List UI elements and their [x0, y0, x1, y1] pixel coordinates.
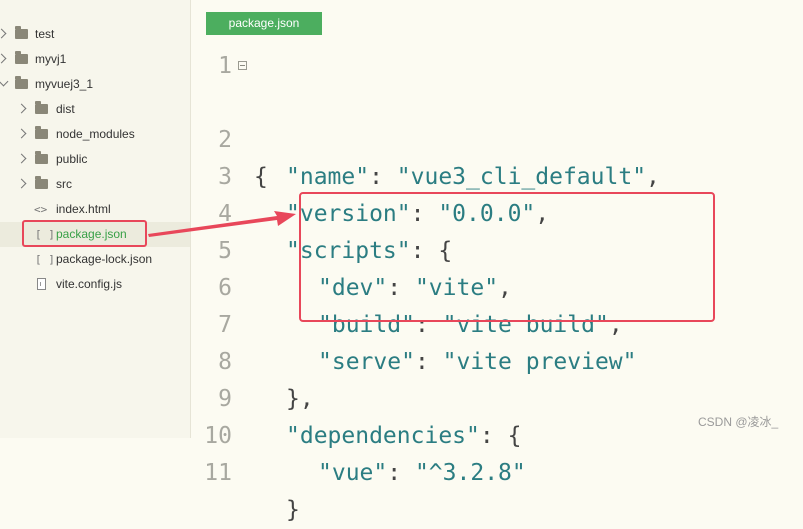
json-key: "vue"	[318, 460, 388, 486]
line-number: 11	[204, 460, 232, 486]
annotation-arrow-icon	[148, 211, 296, 237]
watermark: CSDN @凌冰_	[698, 415, 779, 429]
code-text: }	[286, 497, 300, 523]
json-value: "^3.2.8"	[414, 460, 526, 486]
